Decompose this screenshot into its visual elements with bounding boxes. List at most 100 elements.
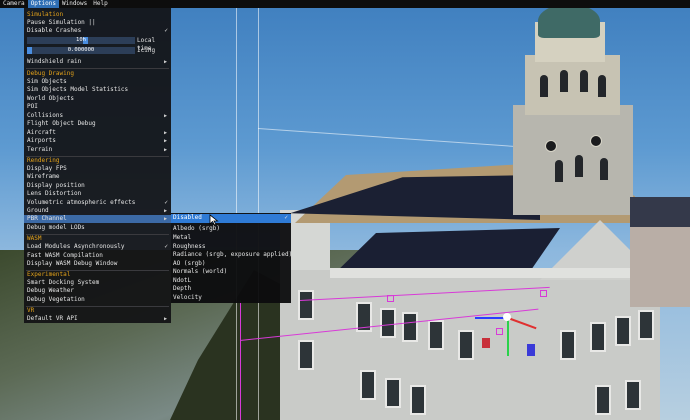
menu-item-flight-object-debug[interactable]: Flight Object Debug <box>24 120 171 128</box>
submenu-arrow-icon: ▶ <box>163 130 167 136</box>
building-window <box>410 385 426 415</box>
menu-item-label: Windshield rain <box>27 58 82 65</box>
pbr-option-radiance[interactable]: Radiance (srgb, exposure applied) <box>171 251 292 260</box>
debug-bounds-line <box>240 300 241 420</box>
menu-item-debug-model-lods[interactable]: Debug model LODs <box>24 224 171 232</box>
debug-marker <box>496 328 503 335</box>
icing-label: Icing <box>137 47 156 54</box>
pbr-option-depth[interactable]: Depth <box>171 285 291 294</box>
pbr-option-metal[interactable]: Metal <box>171 234 291 243</box>
submenu-arrow-icon: ▶ <box>163 316 167 322</box>
menu-item-wireframe[interactable]: Wireframe <box>24 173 171 181</box>
building-window <box>298 340 314 370</box>
checkmark-icon: ✓ <box>164 243 168 250</box>
menu-item-fast-wasm-compilation[interactable]: Fast WASM Compilation <box>24 252 171 260</box>
menu-item-label: Aircraft <box>27 129 56 136</box>
pbr-option-roughness[interactable]: Roughness <box>171 243 291 252</box>
menu-item-disable-crashes[interactable]: Disable Crashes ✓ <box>24 27 171 35</box>
gizmo-plane-handle[interactable] <box>527 344 535 356</box>
pbr-option-normals[interactable]: Normals (world) <box>171 268 291 277</box>
menu-camera[interactable]: Camera <box>0 0 28 8</box>
menu-item-display-fps[interactable]: Display FPS <box>24 165 171 173</box>
menu-item-pbr-channel[interactable]: PBR Channel ▶ <box>24 215 171 223</box>
building-window <box>402 312 418 342</box>
building-window <box>595 385 611 415</box>
menu-item-lens-distortion[interactable]: Lens Distortion <box>24 190 171 198</box>
local-time-value: 10h <box>76 37 86 43</box>
menu-item-debug-weather[interactable]: Debug Weather <box>24 287 171 295</box>
pbr-option-label: Disabled <box>173 214 202 221</box>
icing-value: 0.000000 <box>67 47 95 53</box>
submenu-arrow-icon: ▶ <box>163 147 167 153</box>
menu-item-volumetric-atmospheric-effects[interactable]: Volumetric atmospheric effects ✓ <box>24 199 171 207</box>
menu-item-sim-objects[interactable]: Sim Objects <box>24 78 171 86</box>
menu-item-display-wasm-debug-window[interactable]: Display WASM Debug Window <box>24 260 171 268</box>
menu-help[interactable]: Help <box>90 0 110 8</box>
pbr-option-velocity[interactable]: Velocity <box>171 294 291 303</box>
menu-item-windshield-rain[interactable]: Windshield rain ▶ <box>24 58 171 66</box>
tower-window <box>580 70 588 92</box>
menu-item-label: Volumetric atmospheric effects <box>27 199 136 206</box>
submenu-arrow-icon: ▶ <box>163 59 167 65</box>
menu-item-world-objects[interactable]: World Objects <box>24 95 171 103</box>
submenu-arrow-icon: ▶ <box>163 138 167 144</box>
gizmo-plane-handle[interactable] <box>482 338 490 348</box>
building-window <box>638 310 654 340</box>
gizmo-center[interactable] <box>503 313 511 321</box>
menu-item-label: PBR Channel <box>27 215 67 222</box>
debug-marker <box>387 295 394 302</box>
section-simulation: Simulation <box>27 11 64 18</box>
menu-options[interactable]: Options <box>27 0 59 8</box>
menu-item-poi[interactable]: POI <box>24 103 171 111</box>
section-experimental: Experimental <box>27 271 71 278</box>
menu-item-default-vr-api[interactable]: Default VR API ▶ <box>24 315 171 323</box>
menu-item-sim-objects-model-statistics[interactable]: Sim Objects Model Statistics <box>24 86 171 94</box>
pbr-option-ao[interactable]: AO (srgb) <box>171 260 291 269</box>
tower-window <box>575 155 583 177</box>
icing-slider[interactable]: 0.000000 <box>27 47 135 54</box>
gizmo-y-axis[interactable] <box>507 320 509 356</box>
local-time-slider[interactable]: 10h <box>27 37 135 44</box>
divider <box>26 68 169 69</box>
pbr-option-albedo[interactable]: Albedo (srgb) <box>171 225 291 234</box>
menu-item-collisions[interactable]: Collisions ▶ <box>24 112 171 120</box>
menu-item-airports[interactable]: Airports ▶ <box>24 137 171 145</box>
submenu-arrow-icon: ▶ <box>163 216 167 222</box>
menu-item-ground[interactable]: Ground ▶ <box>24 207 171 215</box>
menu-item-aircraft[interactable]: Aircraft ▶ <box>24 129 171 137</box>
section-debug-drawing: Debug Drawing <box>27 70 74 77</box>
tower-dome <box>538 4 600 38</box>
menu-item-load-modules-asynchronously[interactable]: Load Modules Asynchronously ✓ <box>24 243 171 251</box>
menu-item-display-position[interactable]: Display position <box>24 182 171 190</box>
mouse-cursor-icon <box>209 214 219 226</box>
clock-face <box>590 135 602 147</box>
checkmark-icon: ✓ <box>284 214 288 221</box>
menu-item-label: Load Modules Asynchronously <box>27 243 125 250</box>
tower-window <box>540 75 548 97</box>
menu-item-pause-simulation[interactable]: Pause Simulation || <box>24 19 171 27</box>
menu-item-label: Disable Crashes <box>27 27 82 34</box>
menu-windows[interactable]: Windows <box>59 0 90 8</box>
menu-item-label: Ground <box>27 207 49 214</box>
pbr-option-disabled[interactable]: Disabled ✓ <box>171 214 291 223</box>
gizmo-x-axis[interactable] <box>475 317 505 319</box>
submenu-arrow-icon: ▶ <box>163 208 167 214</box>
tower-window <box>555 160 563 182</box>
menu-item-terrain[interactable]: Terrain ▶ <box>24 146 171 154</box>
checkmark-icon: ✓ <box>164 199 168 206</box>
debug-marker <box>540 290 547 297</box>
tower-window <box>560 70 568 92</box>
menu-item-smart-docking-system[interactable]: Smart Docking System <box>24 279 171 287</box>
tower-base <box>513 105 633 215</box>
tower-window <box>598 75 606 97</box>
submenu-arrow-icon: ▶ <box>163 113 167 119</box>
pbr-option-ndotl[interactable]: NdotL <box>171 277 291 286</box>
menu-item-debug-vegetation[interactable]: Debug Vegetation <box>24 296 171 304</box>
checkmark-icon: ✓ <box>164 27 168 34</box>
building-window <box>615 316 631 346</box>
menu-item-label: Default VR API <box>27 315 78 322</box>
building-window <box>360 370 376 400</box>
building-window <box>625 380 641 410</box>
guide-line <box>258 0 259 420</box>
section-rendering: Rendering <box>27 157 60 164</box>
